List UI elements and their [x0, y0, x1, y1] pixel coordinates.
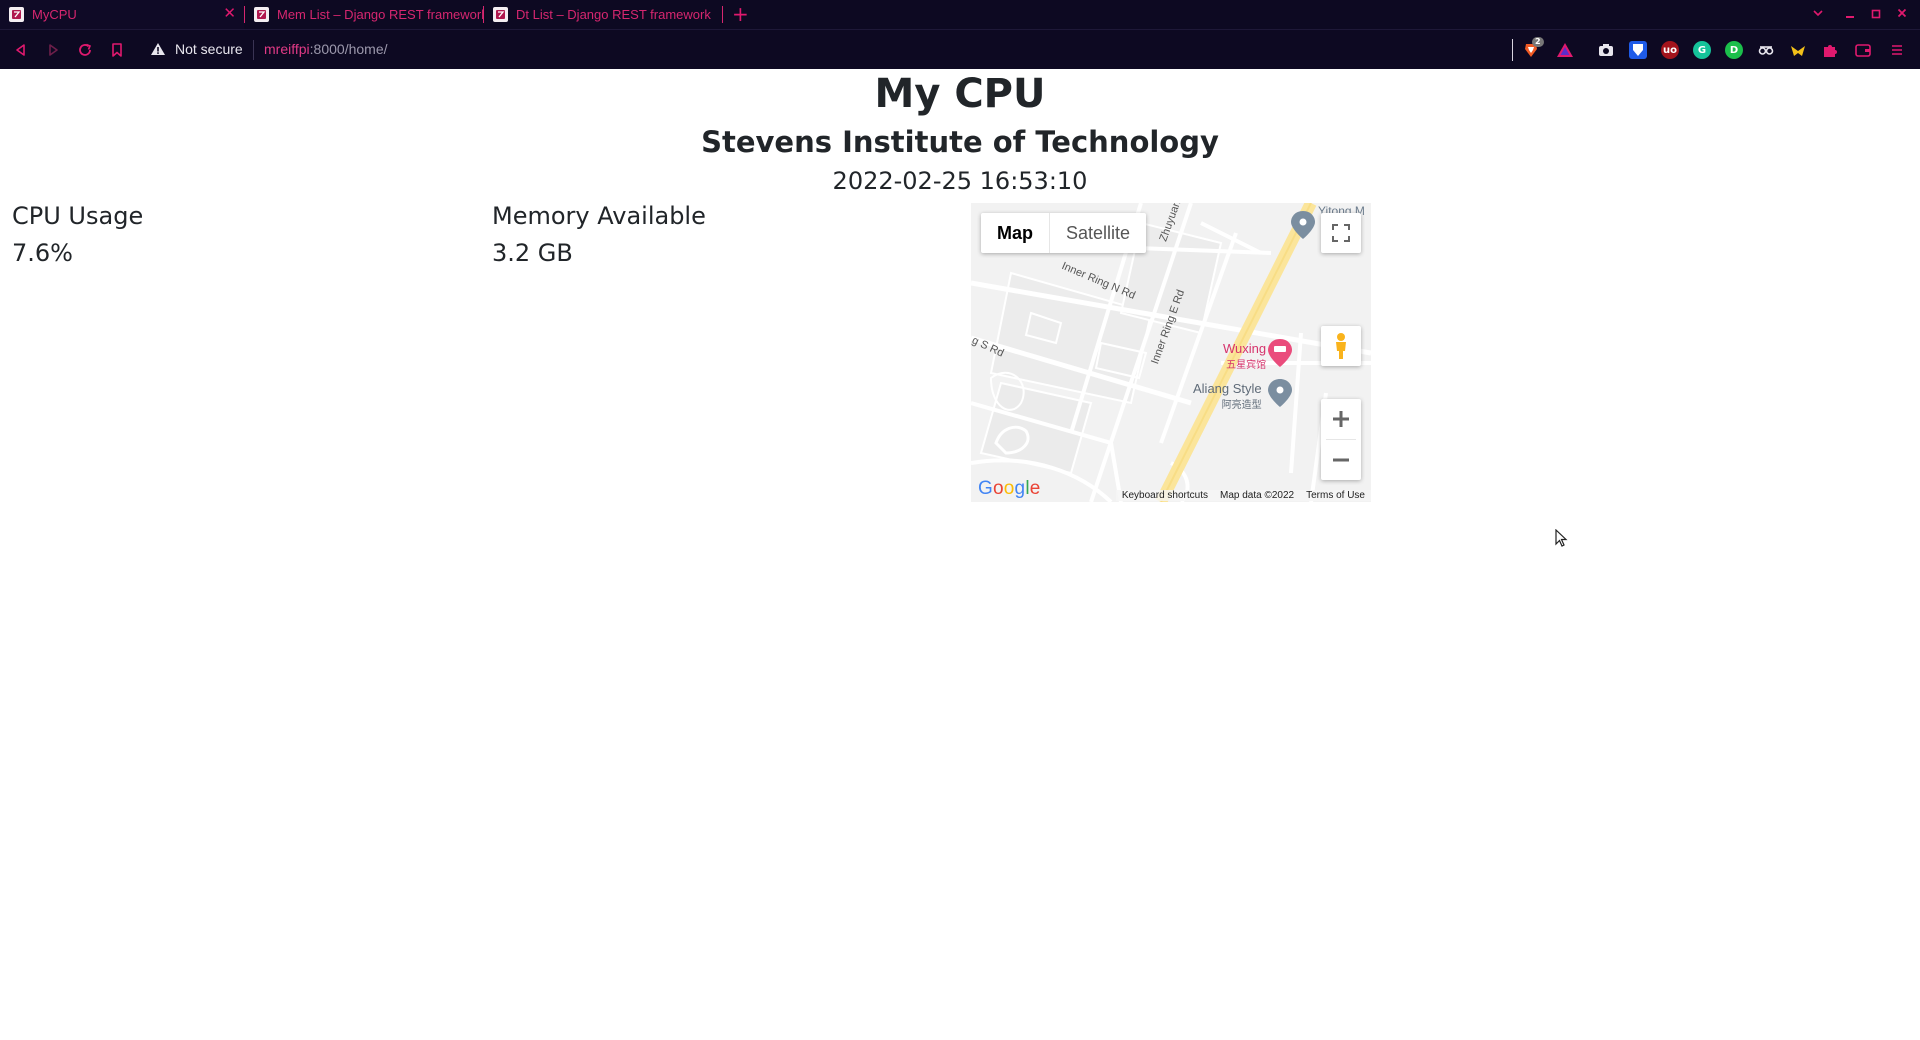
- maximize-icon[interactable]: [1871, 4, 1881, 28]
- memory-available-value: 3.2 GB: [492, 239, 573, 267]
- spy-glasses-icon[interactable]: [1757, 41, 1775, 59]
- poi-aliang-style[interactable]: Aliang Style 阿亮造型: [1193, 381, 1262, 411]
- django-favicon-icon: [254, 7, 269, 22]
- shields-badge: 2: [1532, 37, 1544, 47]
- google-logo[interactable]: Google: [978, 478, 1041, 500]
- django-favicon-icon: [493, 7, 508, 22]
- map-type-satellite-button[interactable]: Satellite: [1049, 213, 1146, 253]
- google-map[interactable]: Inner Ring N Rd Inner Ring E Rd Zhuyuan …: [971, 203, 1371, 502]
- map-data-attribution: Map data ©2022: [1214, 489, 1301, 501]
- poi-wuxing-hotel[interactable]: Wuxing 五星宾馆: [1223, 341, 1266, 371]
- timestamp: 2022-02-25 16:53:10: [832, 167, 1088, 195]
- browser-toolbar: Not secure mreiffpi:8000/home/ 2 uo G D: [0, 29, 1920, 69]
- url-host: mreiffpi: [264, 41, 310, 57]
- tab-title: Dt List – Django REST framework: [516, 7, 711, 22]
- forward-icon[interactable]: [43, 40, 63, 60]
- tab-divider: [722, 6, 723, 23]
- memory-available-label: Memory Available: [492, 202, 706, 230]
- extensions-puzzle-icon[interactable]: [1821, 41, 1839, 59]
- cpu-usage-label: CPU Usage: [12, 202, 144, 230]
- address-bar[interactable]: mreiffpi:8000/home/: [264, 41, 388, 57]
- map-type-map-button[interactable]: Map: [981, 213, 1049, 253]
- screenshot-camera-icon[interactable]: [1597, 41, 1615, 59]
- not-secure-label: Not secure: [175, 41, 243, 57]
- poi-wuxing-name: Wuxing: [1223, 341, 1267, 356]
- menu-hamburger-icon[interactable]: [1888, 41, 1906, 59]
- back-icon[interactable]: [11, 40, 31, 60]
- cpu-usage-panel: CPU Usage 7.6%: [12, 201, 143, 268]
- django-favicon-icon: [9, 7, 24, 22]
- ublock-origin-icon[interactable]: uo: [1661, 41, 1679, 59]
- street-view-pegman-icon[interactable]: [1321, 326, 1361, 366]
- reload-icon[interactable]: [75, 40, 95, 60]
- poi-aliang-name: Aliang Style: [1193, 381, 1262, 396]
- keyboard-shortcuts-link[interactable]: Keyboard shortcuts: [1115, 489, 1214, 501]
- tab-title: MyCPU: [32, 7, 77, 22]
- zoom-in-icon[interactable]: [1321, 399, 1361, 439]
- minimize-icon[interactable]: [1845, 4, 1855, 28]
- grammarly-icon[interactable]: G: [1693, 41, 1711, 59]
- terms-of-use-link[interactable]: Terms of Use: [1300, 489, 1371, 501]
- cpu-usage-value: 7.6%: [12, 239, 73, 267]
- tab-dt-list[interactable]: Dt List – Django REST framework: [484, 0, 722, 29]
- yellow-extension-icon[interactable]: [1789, 41, 1807, 59]
- brave-shields-icon[interactable]: 2: [1522, 37, 1544, 59]
- close-tab-icon[interactable]: ✕: [223, 6, 236, 22]
- brave-rewards-icon[interactable]: [1556, 41, 1574, 59]
- warning-icon: [151, 43, 165, 55]
- page-content: My CPU Stevens Institute of Technology 2…: [0, 69, 1920, 1040]
- tab-mycpu[interactable]: MyCPU ✕: [0, 0, 244, 29]
- mouse-cursor-icon: [1555, 528, 1569, 553]
- poi-wuxing-cn: 五星宾馆: [1226, 360, 1267, 371]
- map-footer: Keyboard shortcuts Map data ©2022 Terms …: [1115, 488, 1371, 502]
- toolbar-divider: [1512, 39, 1513, 61]
- fullscreen-icon[interactable]: [1321, 213, 1361, 253]
- site-security-indicator[interactable]: Not secure: [150, 41, 243, 57]
- tab-bar: MyCPU ✕ Mem List – Django REST framework…: [0, 0, 1920, 29]
- memory-available-panel: Memory Available 3.2 GB: [492, 201, 706, 268]
- url-divider: [253, 40, 254, 60]
- poi-aliang-cn: 阿亮造型: [1221, 400, 1262, 411]
- close-window-icon[interactable]: [1897, 4, 1907, 28]
- map-type-control: Map Satellite: [981, 213, 1147, 253]
- tab-mem-list[interactable]: Mem List – Django REST framework: [245, 0, 483, 29]
- bitwarden-shield-icon[interactable]: [1629, 41, 1647, 59]
- zoom-control: [1321, 399, 1361, 480]
- page-title: My CPU: [874, 71, 1046, 117]
- zoom-out-icon[interactable]: [1321, 440, 1361, 480]
- new-tab-icon[interactable]: +: [732, 2, 749, 26]
- tab-list-chevron-icon[interactable]: [1812, 4, 1824, 28]
- green-extension-icon[interactable]: D: [1725, 41, 1743, 59]
- tab-title: Mem List – Django REST framework: [277, 7, 483, 22]
- wallet-icon[interactable]: [1854, 41, 1872, 59]
- url-path: :8000/home/: [309, 41, 388, 57]
- institution-subtitle: Stevens Institute of Technology: [701, 125, 1219, 159]
- bookmark-icon[interactable]: [107, 40, 127, 60]
